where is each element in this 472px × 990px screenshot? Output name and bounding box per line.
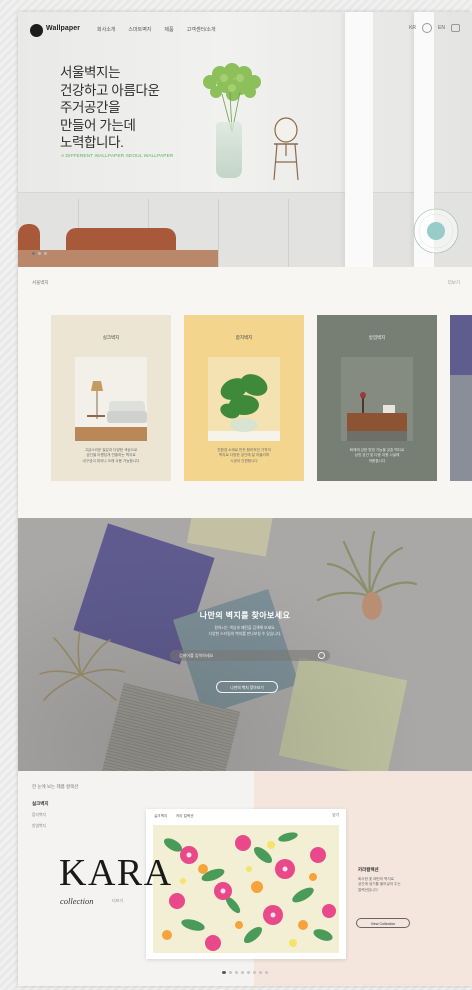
find-overlay: [18, 518, 472, 771]
product-card-paper[interactable]: 합지벽지 친환경 소재로 만든 합리적인 가격의 벽지로 다양한 공간에 잘 어…: [184, 315, 304, 481]
card-photo-sofa: [75, 357, 147, 441]
lang-kr[interactable]: KR: [409, 25, 416, 31]
kara-info-desc: 화사한 꽃 패턴의 벽지로 공간에 생기를 불어넣어 주는 컬렉션입니다: [358, 877, 401, 892]
find-desc: 원하시는 색상과 패턴을 검색해 보세요. 다양한 스타일의 벽지를 만나보실 …: [208, 626, 282, 636]
kara-section-label: 한 눈에 보는 제품 컬렉션: [32, 784, 79, 789]
card-desc: 친환경 소재로 만든 합리적인 가격의 벽지로 다양한 공간에 잘 어울리며 시…: [217, 448, 271, 463]
global-nav: Wallpaper 회사소개 스마트벽지 제품 고객센터/소개 KR EN: [30, 22, 460, 40]
search-bar: [170, 650, 330, 661]
kara-dot[interactable]: [265, 971, 268, 974]
hero-subline: A DIFFERENT WALLPAPER SEOUL WALLPAPER: [61, 154, 174, 159]
product-card-fireproof[interactable]: 방염벽지 화재에 강한 방염 기능을 갖춘 벽지로 상업 공간 및 다중 이용 …: [317, 315, 437, 481]
hero-headline: 서울벽지는 건강하고 아름다운 주거공간을 만들어 가는데 노력합니다.: [60, 64, 160, 152]
lamp-illustration: [273, 117, 299, 181]
kara-subnav-item[interactable]: 방염벽지: [32, 824, 46, 829]
kara-subnav-title[interactable]: 실크벽지: [32, 801, 49, 807]
product-card-partial[interactable]: [450, 315, 472, 481]
hero-headline-line: 서울벽지는: [60, 65, 121, 80]
hero-headline-line: 주거공간을: [60, 100, 121, 115]
find-section: 나만의 벽지를 찾아보세요 원하시는 색상과 패턴을 검색해 보세요. 다양한 …: [18, 518, 472, 771]
search-input[interactable]: [179, 652, 304, 659]
hero-headline-line: 노력합니다.: [60, 135, 124, 150]
kara-dot[interactable]: [253, 971, 256, 974]
find-title: 나만의 벽지를 찾아보세요: [199, 611, 291, 620]
hero-headline-line: 건강하고 아름다운: [60, 82, 160, 98]
hero-dot[interactable]: [44, 252, 47, 255]
cabinet-illustration: [341, 357, 413, 441]
page: Wallpaper 회사소개 스마트벽지 제품 고객센터/소개 KR EN 서울…: [18, 12, 472, 986]
card-title: 실크벽지: [102, 335, 120, 340]
hero-dot[interactable]: [32, 252, 35, 255]
card-desc: 화재에 강한 방염 기능을 갖춘 벽지로 상업 공간 및 다중 이용 시설에 적…: [349, 448, 405, 463]
menu-item-company[interactable]: 회사소개: [97, 26, 115, 33]
hero-column-left: [345, 12, 373, 267]
menu-item-products[interactable]: 제품: [164, 26, 173, 33]
card-title: 방염벽지: [368, 335, 386, 340]
kara-dot[interactable]: [235, 971, 238, 974]
kara-dot[interactable]: [259, 971, 262, 974]
kara-dot[interactable]: [241, 971, 244, 974]
card-desc: 고급스러운 질감과 다양한 색상으로 공간을 아름답게 연출하는 벽지로 내구성…: [82, 448, 140, 463]
search-icon[interactable]: [318, 652, 325, 659]
monstera-illustration: [208, 357, 280, 441]
scroll-badge-icon[interactable]: [412, 207, 460, 255]
main-menu: 회사소개 스마트벽지 제품 고객센터/소개: [97, 26, 216, 33]
kara-section: 한 눈에 보는 제품 컬렉션 실크벽지 합지벽지 방염벽지 실크벽지 카라 컬렉…: [18, 771, 472, 986]
floral-illustration: [153, 825, 339, 953]
hero-pagination: [32, 252, 47, 255]
hero-section: Wallpaper 회사소개 스마트벽지 제품 고객센터/소개 KR EN 서울…: [18, 12, 472, 267]
kara-dot[interactable]: [247, 971, 250, 974]
utility-menu: KR EN: [409, 23, 460, 33]
search-icon[interactable]: [422, 23, 433, 33]
logo-text[interactable]: Wallpaper: [46, 25, 80, 32]
product-section: 서울벽지 더보기 실크벽지 고급스러운 질감과 다양한 색상으로 공간을 아름답…: [18, 267, 472, 518]
sofa-illustration: [75, 357, 147, 441]
hero-dot[interactable]: [38, 252, 41, 255]
menu-icon[interactable]: [451, 24, 460, 32]
logo-icon[interactable]: [30, 24, 43, 37]
find-wallpaper-button[interactable]: 나만의 벽지 찾아보기: [216, 681, 278, 693]
view-collection-button[interactable]: View Collection: [356, 918, 410, 928]
product-more-link[interactable]: 더보기: [448, 280, 460, 286]
vase: [216, 122, 242, 178]
panel-tab[interactable]: 카라 컬렉션: [176, 814, 194, 819]
kara-dot[interactable]: [222, 971, 226, 974]
card-photo-cabinet: [341, 357, 413, 441]
menu-item-support[interactable]: 고객센터/소개: [187, 26, 216, 33]
menu-item-smart[interactable]: 스마트벽지: [128, 26, 151, 33]
floral-pattern-image: [153, 825, 339, 953]
kara-subtitle: collection: [60, 896, 94, 906]
kara-subnav-item[interactable]: 합지벽지: [32, 813, 46, 818]
kara-dot[interactable]: [229, 971, 232, 974]
collection-panel: 실크벽지 카라 컬렉션 닫기: [146, 809, 346, 959]
kara-info-title: 카라컬렉션: [358, 867, 379, 872]
hero-headline-line: 만들어 가는데: [60, 117, 136, 133]
card-title: 합지벽지: [235, 335, 253, 340]
panel-close-button[interactable]: 닫기: [332, 813, 339, 818]
kara-title: KARA: [59, 852, 173, 894]
lang-en[interactable]: EN: [438, 25, 445, 31]
kara-more-link[interactable]: 더보기: [112, 898, 123, 904]
product-card-silk[interactable]: 실크벽지 고급스러운 질감과 다양한 색상으로 공간을 아름답게 연출하는 벽지…: [51, 315, 171, 481]
product-section-label: 서울벽지: [32, 280, 49, 285]
hero-table: [18, 250, 218, 267]
card-partial-swatch: [450, 315, 472, 375]
card-photo-plant: [208, 357, 280, 441]
panel-tab[interactable]: 실크벽지: [154, 814, 167, 819]
kara-pagination: [222, 971, 268, 974]
